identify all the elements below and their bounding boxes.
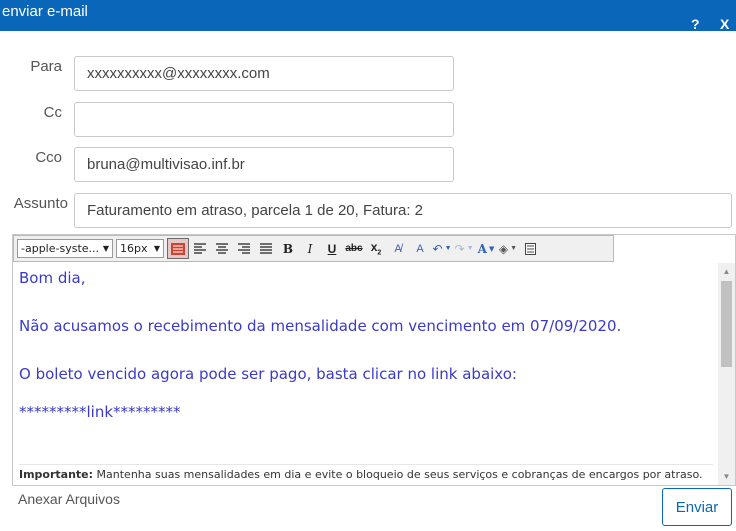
underline-icon: U xyxy=(327,241,337,256)
italic-icon: I xyxy=(307,241,313,256)
bcc-label: Cco xyxy=(35,149,62,166)
editor-content[interactable]: Bom dia, Não acusamos o recebimento da m… xyxy=(13,263,719,485)
spellcheck-all-button[interactable]: A xyxy=(409,238,431,259)
bold-icon: B xyxy=(282,241,294,256)
undo-button[interactable]: ↶ ▼ xyxy=(431,238,453,259)
important-note-text: Mantenha suas mensalidades em dia e evit… xyxy=(93,468,703,481)
underline-button[interactable]: U xyxy=(321,238,343,259)
window-title: enviar e-mail xyxy=(2,3,88,20)
close-button[interactable]: X xyxy=(720,16,729,32)
align-center-icon xyxy=(216,243,228,254)
greeting-line: Bom dia, xyxy=(19,269,86,287)
body-line-2: O boleto vencido agora pode ser pago, ba… xyxy=(19,365,517,383)
subscript-icon: x2 xyxy=(370,240,382,257)
subject-field[interactable]: Faturamento em atraso, parcela 1 de 20, … xyxy=(74,193,732,228)
chevron-down-icon: ▼ xyxy=(488,244,495,253)
spellcheck-button[interactable]: A̸ xyxy=(387,238,409,259)
html-icon xyxy=(171,242,185,255)
chevron-down-icon: ▼ xyxy=(153,244,160,253)
strikethrough-button[interactable]: abc xyxy=(343,238,365,259)
to-label: Para xyxy=(30,58,62,75)
cc-field[interactable] xyxy=(74,102,454,137)
bold-button[interactable]: B xyxy=(277,238,299,259)
help-button[interactable]: ? xyxy=(691,16,700,32)
source-button[interactable] xyxy=(519,238,541,259)
align-right-icon xyxy=(238,243,250,254)
bcc-field[interactable]: bruna@multivisao.inf.br xyxy=(74,147,454,182)
spellcheck-all-icon: A xyxy=(416,242,424,255)
chevron-down-icon: ▼ xyxy=(102,244,109,253)
font-size-select[interactable]: 16px ▼ xyxy=(116,239,164,258)
payment-link[interactable]: *********link********* xyxy=(19,403,181,421)
background-color-button[interactable]: ◈ ▼ xyxy=(497,238,519,259)
redo-icon: ↷ xyxy=(454,241,465,256)
undo-icon: ↶ xyxy=(432,241,443,256)
paint-bucket-icon: ◈ xyxy=(498,241,509,256)
font-family-value: -apple-syste... xyxy=(21,242,100,255)
chevron-down-icon: ▼ xyxy=(444,245,452,252)
cc-label: Cc xyxy=(43,104,62,121)
font-size-value: 16px xyxy=(120,242,148,255)
justify-icon xyxy=(260,243,272,254)
font-color-icon: A xyxy=(477,241,487,256)
font-family-select[interactable]: -apple-syste... ▼ xyxy=(17,239,113,258)
send-button[interactable]: Enviar xyxy=(662,488,732,526)
subject-label: Assunto xyxy=(13,195,68,212)
redo-button[interactable]: ↷ ▼ xyxy=(453,238,475,259)
editor-toolbar: -apple-syste... ▼ 16px ▼ B I U abc x2 A̸… xyxy=(13,235,614,262)
important-note: Importante: Mantenha suas mensalidades e… xyxy=(19,464,713,481)
message-editor: -apple-syste... ▼ 16px ▼ B I U abc x2 A̸… xyxy=(12,234,736,486)
attach-files-link[interactable]: Anexar Arquivos xyxy=(18,491,120,507)
important-note-label: Importante: xyxy=(19,468,94,481)
chevron-down-icon: ▼ xyxy=(510,245,518,252)
align-left-button[interactable] xyxy=(189,238,211,259)
body-line-1: Não acusamos o recebimento da mensalidad… xyxy=(19,317,622,335)
editor-scrollbar[interactable]: ▲ ▼ xyxy=(718,263,735,485)
spellcheck-icon: A̸ xyxy=(394,242,402,255)
scroll-thumb[interactable] xyxy=(721,281,732,367)
scroll-up-icon[interactable]: ▲ xyxy=(718,263,735,280)
to-field[interactable]: xxxxxxxxxx@xxxxxxxx.com xyxy=(74,56,454,91)
italic-button[interactable]: I xyxy=(299,238,321,259)
scroll-down-icon[interactable]: ▼ xyxy=(718,468,735,485)
strikethrough-icon: abc xyxy=(345,243,363,254)
html-mode-button[interactable] xyxy=(167,238,189,259)
title-bar: enviar e-mail ? X xyxy=(0,0,736,32)
justify-button[interactable] xyxy=(255,238,277,259)
align-right-button[interactable] xyxy=(233,238,255,259)
source-icon xyxy=(524,242,536,255)
font-color-button[interactable]: A ▼ xyxy=(475,238,497,259)
chevron-down-icon: ▼ xyxy=(466,245,474,252)
align-left-icon xyxy=(194,243,206,254)
align-center-button[interactable] xyxy=(211,238,233,259)
subscript-button[interactable]: x2 xyxy=(365,238,387,259)
